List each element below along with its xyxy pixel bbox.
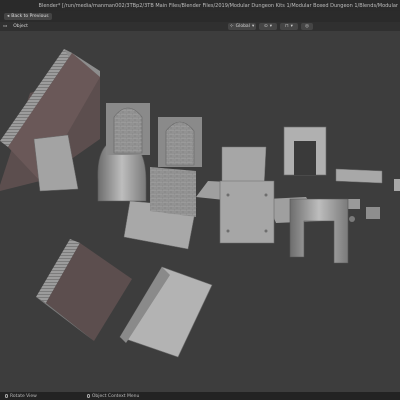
snap-dropdown[interactable]: ⊓ ▾ — [280, 23, 298, 30]
pivot-point-dropdown[interactable]: ⊙ ▾ — [259, 23, 277, 30]
wall-trim-mesh-2[interactable] — [394, 179, 400, 191]
viewport-header: ▭ Object — [0, 22, 400, 31]
back-arrow-icon: ◂ — [7, 14, 10, 19]
orientation-label: Global — [235, 24, 250, 29]
chevron-down-icon: ▾ — [269, 24, 273, 29]
mouse-right-icon — [86, 394, 90, 398]
mouse-middle-icon — [5, 394, 8, 398]
stair-mesh-small[interactable] — [36, 239, 132, 341]
back-to-previous-label: Back to Previous — [11, 14, 49, 19]
status-bar: Rotate View Object Context Menu — [0, 392, 400, 400]
viewport-canvas[interactable] — [0, 31, 400, 392]
status-context-menu: Object Context Menu — [86, 393, 140, 399]
transform-orientation-dropdown[interactable]: ⊹ Global ▾ — [228, 23, 256, 30]
window-title-bar: Blender* [/run/media/manman002/3TBp2/3TB… — [0, 0, 400, 11]
ramp-mesh[interactable] — [119, 266, 213, 358]
snap-magnet-icon: ⊓ — [285, 24, 289, 29]
doorway-frame-mesh[interactable] — [283, 126, 327, 176]
large-arch-doorway-mesh[interactable] — [289, 198, 349, 264]
3d-viewport[interactable] — [0, 31, 400, 392]
rotate-view-label: Rotate View — [10, 393, 37, 399]
brick-wall-mesh[interactable] — [150, 167, 196, 217]
chevron-down-icon: ▾ — [290, 24, 293, 29]
context-menu-label: Object Context Menu — [91, 393, 140, 399]
top-toolbar: ◂ Back to Previous — [0, 11, 400, 22]
studded-door-mesh[interactable] — [219, 180, 275, 244]
proportional-edit-toggle[interactable]: ◎ — [301, 23, 313, 30]
object-menu[interactable]: Object — [10, 24, 31, 29]
view-menu[interactable]: ▭ — [0, 24, 10, 29]
chevron-down-icon: ▾ — [251, 24, 255, 29]
brick-arch-door-mesh-2[interactable] — [158, 117, 202, 167]
status-rotate-view: Rotate View — [5, 394, 37, 399]
wall-trim-mesh-1[interactable] — [335, 168, 383, 184]
orientation-axes-icon: ⊹ — [229, 24, 234, 29]
back-to-previous-button[interactable]: ◂ Back to Previous — [4, 13, 52, 20]
proportional-edit-icon: ◎ — [305, 24, 309, 29]
brick-arch-door-mesh-1[interactable] — [106, 103, 150, 155]
pivot-icon: ⊙ — [263, 24, 268, 29]
window-title: Blender* [/run/media/manman002/3TBp2/3TB… — [38, 2, 398, 9]
